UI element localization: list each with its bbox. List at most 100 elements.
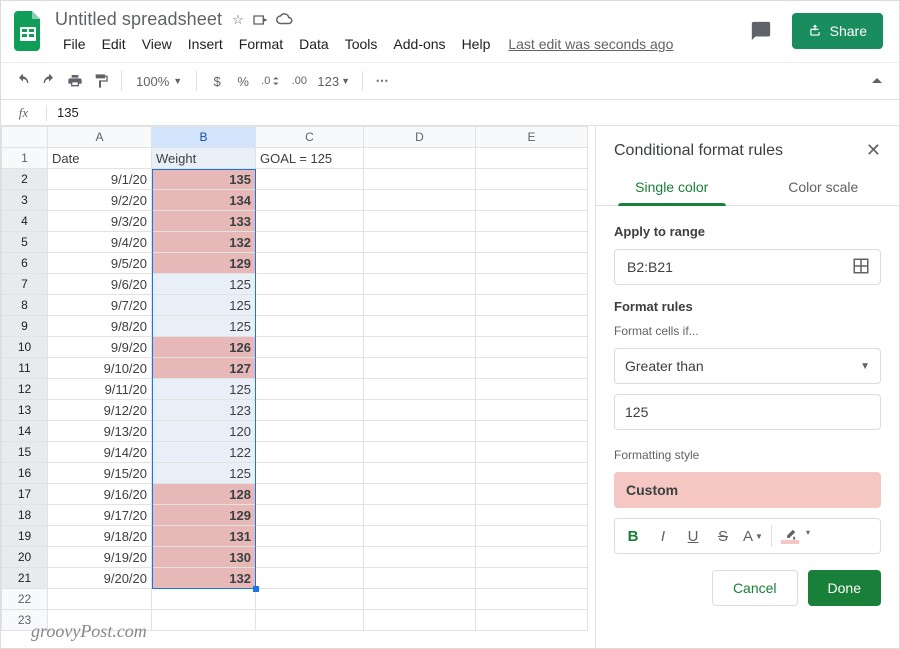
cell-A3[interactable]: 9/2/20 [48, 190, 152, 211]
cell-A7[interactable]: 9/6/20 [48, 274, 152, 295]
cell-B14[interactable]: 120 [152, 421, 256, 442]
cell-B12[interactable]: 125 [152, 379, 256, 400]
cell-B11[interactable]: 127 [152, 358, 256, 379]
cell-A8[interactable]: 9/7/20 [48, 295, 152, 316]
menu-tools[interactable]: Tools [337, 32, 386, 56]
underline-button[interactable]: U [679, 522, 707, 550]
row-header-12[interactable]: 12 [2, 379, 48, 400]
text-color-button[interactable]: A▼ [739, 522, 767, 550]
cell-B6[interactable]: 129 [152, 253, 256, 274]
row-header-15[interactable]: 15 [2, 442, 48, 463]
cell-B2[interactable]: 135 [152, 169, 256, 190]
row-header-18[interactable]: 18 [2, 505, 48, 526]
row-header-1[interactable]: 1 [2, 148, 48, 169]
condition-select[interactable]: Greater than ▼ [614, 348, 881, 384]
cell-B9[interactable]: 125 [152, 316, 256, 337]
cell-A21[interactable]: 9/20/20 [48, 568, 152, 589]
last-edit[interactable]: Last edit was seconds ago [508, 36, 673, 52]
cell-A20[interactable]: 9/19/20 [48, 547, 152, 568]
italic-button[interactable]: I [649, 522, 677, 550]
cell-A12[interactable]: 9/11/20 [48, 379, 152, 400]
move-icon[interactable] [252, 12, 268, 28]
menu-view[interactable]: View [134, 32, 180, 56]
strike-button[interactable]: S [709, 522, 737, 550]
condition-value-input[interactable] [614, 394, 881, 430]
cell-B1[interactable]: Weight [152, 148, 256, 169]
row-header-17[interactable]: 17 [2, 484, 48, 505]
cell-A14[interactable]: 9/13/20 [48, 421, 152, 442]
cell-B20[interactable]: 130 [152, 547, 256, 568]
sheet-area[interactable]: ABCDE1DateWeightGOAL = 12529/1/2013539/2… [1, 126, 595, 648]
decrease-decimal-button[interactable]: .0 [257, 68, 285, 94]
col-header-B[interactable]: B [152, 127, 256, 148]
menu-edit[interactable]: Edit [94, 32, 134, 56]
cell-A17[interactable]: 9/16/20 [48, 484, 152, 505]
paint-format-button[interactable] [89, 68, 113, 94]
redo-button[interactable] [37, 68, 61, 94]
row-header-14[interactable]: 14 [2, 421, 48, 442]
tab-color-scale[interactable]: Color scale [748, 167, 900, 205]
range-input[interactable] [625, 258, 844, 276]
undo-button[interactable] [11, 68, 35, 94]
col-header-D[interactable]: D [364, 127, 476, 148]
spreadsheet-grid[interactable]: ABCDE1DateWeightGOAL = 12529/1/2013539/2… [1, 126, 588, 631]
star-icon[interactable]: ☆ [232, 12, 244, 28]
fill-color-button[interactable]: ▾ [776, 522, 804, 550]
format-currency-button[interactable]: $ [205, 68, 229, 94]
cell-B18[interactable]: 129 [152, 505, 256, 526]
cell-B5[interactable]: 132 [152, 232, 256, 253]
cell-B8[interactable]: 125 [152, 295, 256, 316]
menu-file[interactable]: File [55, 32, 94, 56]
cell-B17[interactable]: 128 [152, 484, 256, 505]
row-header-5[interactable]: 5 [2, 232, 48, 253]
menu-data[interactable]: Data [291, 32, 337, 56]
number-format-select[interactable]: 123▼ [313, 68, 354, 94]
cell-B10[interactable]: 126 [152, 337, 256, 358]
tab-single-color[interactable]: Single color [596, 167, 748, 205]
cell-B4[interactable]: 133 [152, 211, 256, 232]
cell-B7[interactable]: 125 [152, 274, 256, 295]
menu-insert[interactable]: Insert [180, 32, 231, 56]
row-header-11[interactable]: 11 [2, 358, 48, 379]
col-header-A[interactable]: A [48, 127, 152, 148]
row-header-4[interactable]: 4 [2, 211, 48, 232]
cell-A2[interactable]: 9/1/20 [48, 169, 152, 190]
cell-A15[interactable]: 9/14/20 [48, 442, 152, 463]
cell-B13[interactable]: 123 [152, 400, 256, 421]
format-percent-button[interactable]: % [231, 68, 255, 94]
cell-A19[interactable]: 9/18/20 [48, 526, 152, 547]
row-header-2[interactable]: 2 [2, 169, 48, 190]
row-header-7[interactable]: 7 [2, 274, 48, 295]
row-header-10[interactable]: 10 [2, 337, 48, 358]
row-header-13[interactable]: 13 [2, 400, 48, 421]
row-header-16[interactable]: 16 [2, 463, 48, 484]
print-button[interactable] [63, 68, 87, 94]
cell-A5[interactable]: 9/4/20 [48, 232, 152, 253]
cell-A16[interactable]: 9/15/20 [48, 463, 152, 484]
row-header-6[interactable]: 6 [2, 253, 48, 274]
cell-B3[interactable]: 134 [152, 190, 256, 211]
increase-decimal-button[interactable]: .00 [287, 68, 311, 94]
cell-A9[interactable]: 9/8/20 [48, 316, 152, 337]
done-button[interactable]: Done [808, 570, 881, 606]
row-header-19[interactable]: 19 [2, 526, 48, 547]
row-header-3[interactable]: 3 [2, 190, 48, 211]
col-header-E[interactable]: E [476, 127, 588, 148]
sheets-logo[interactable] [9, 11, 49, 51]
cell-A4[interactable]: 9/3/20 [48, 211, 152, 232]
select-range-icon[interactable] [852, 257, 872, 277]
row-header-21[interactable]: 21 [2, 568, 48, 589]
menu-format[interactable]: Format [231, 32, 291, 56]
cell-A18[interactable]: 9/17/20 [48, 505, 152, 526]
row-header-20[interactable]: 20 [2, 547, 48, 568]
cell-B16[interactable]: 125 [152, 463, 256, 484]
range-field[interactable] [614, 249, 881, 285]
share-button[interactable]: Share [792, 13, 883, 49]
close-icon[interactable]: ✕ [866, 140, 881, 161]
cell-A10[interactable]: 9/9/20 [48, 337, 152, 358]
bold-button[interactable]: B [619, 522, 647, 550]
comments-button[interactable] [744, 14, 778, 48]
cloud-icon[interactable] [276, 12, 294, 28]
cell-A6[interactable]: 9/5/20 [48, 253, 152, 274]
row-header-9[interactable]: 9 [2, 316, 48, 337]
